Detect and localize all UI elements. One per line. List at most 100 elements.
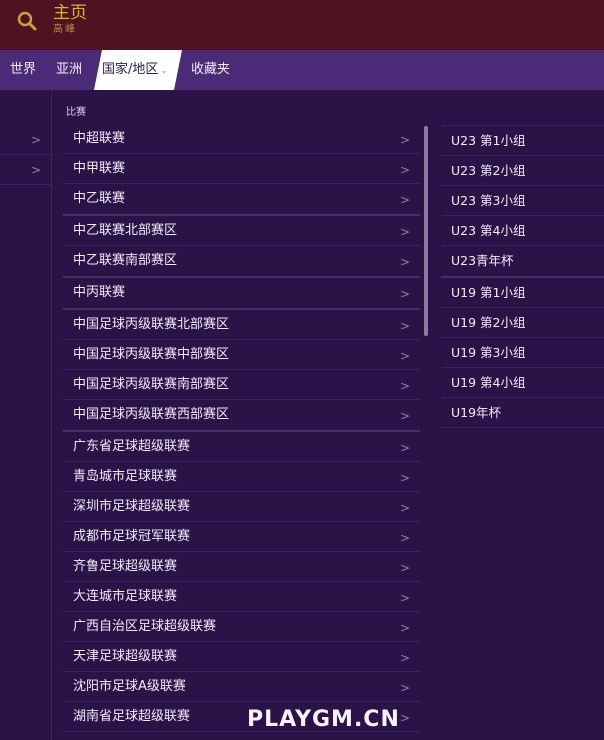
list-item[interactable]: U19 第4小组 <box>441 368 604 398</box>
sub-competition-list: U23 第1小组 U23 第2小组 U23 第3小组 U23 第4小组 U23青年杯 U1… <box>441 125 604 428</box>
list-item[interactable]: U23青年杯 <box>441 246 604 278</box>
list-item-label: 湖南省足球超级联赛 <box>73 709 191 724</box>
list-item[interactable]: 中国足球丙级联赛南部赛区 > <box>63 370 420 400</box>
page-title: 主页 <box>53 3 87 23</box>
list-item[interactable]: U19 第1小组 <box>441 278 604 308</box>
search-icon[interactable] <box>16 10 38 32</box>
list-item[interactable]: 中甲联赛 > <box>63 154 420 184</box>
list-item-label: 沈阳市足球A级联赛 <box>73 679 186 694</box>
list-item[interactable]: 沈阳市足球A级联赛 > <box>63 672 420 702</box>
list-item-label: 中乙联赛南部赛区 <box>73 253 178 268</box>
list-item[interactable]: U23 第1小组 <box>441 126 604 156</box>
page-subtitle: 高峰 <box>53 24 77 35</box>
list-item-label: U23 第3小组 <box>451 193 526 208</box>
list-item-label: U23 第1小组 <box>451 133 526 148</box>
tab-country-region-label: 国家/地区 <box>102 62 159 77</box>
list-item-label: U23青年杯 <box>451 253 514 268</box>
scrollbar[interactable] <box>424 126 428 336</box>
list-item[interactable]: 天津足球超级联赛 > <box>63 642 420 672</box>
chevron-right-icon: > <box>399 193 410 207</box>
chevron-right-icon: > <box>399 225 410 239</box>
list-item[interactable]: 中国足球丙级联赛北部赛区 > <box>63 310 420 340</box>
list-item[interactable]: 中国足球丙级联赛西部赛区 > <box>63 400 420 432</box>
list-item-label: U19 第3小组 <box>451 345 526 360</box>
chevron-right-icon: > <box>399 319 410 333</box>
list-item[interactable]: 中丙联赛 > <box>63 278 420 310</box>
list-item[interactable]: 成都市足球冠军联赛 > <box>63 522 420 552</box>
list-item-label: U19 第1小组 <box>451 285 526 300</box>
tab-favorites[interactable]: 收藏夹 <box>191 50 230 90</box>
chevron-right-icon: > <box>399 651 410 665</box>
chevron-right-icon: > <box>399 561 410 575</box>
watermark: PLAYGM.CN <box>247 707 400 732</box>
list-item-label: U19 第2小组 <box>451 315 526 330</box>
list-item-label: 中超联赛 <box>73 131 126 146</box>
list-item-label: U23 第2小组 <box>451 163 526 178</box>
list-item[interactable]: 广西自治区足球超级联赛 > <box>63 612 420 642</box>
chevron-right-icon: > <box>399 681 410 695</box>
chevron-right-icon: > <box>399 287 410 301</box>
list-item-label: U23 第4小组 <box>451 223 526 238</box>
list-item-label: 广东省足球超级联赛 <box>73 439 191 454</box>
list-item-label: 成都市足球冠军联赛 <box>73 529 191 544</box>
left-column-row[interactable]: > <box>0 155 51 185</box>
chevron-right-icon: > <box>399 163 410 177</box>
app-header: 主页 高峰 <box>0 0 604 50</box>
list-item[interactable]: U19 第3小组 <box>441 338 604 368</box>
chevron-right-icon: > <box>399 471 410 485</box>
list-item[interactable]: 中超联赛 > <box>63 124 420 154</box>
list-item-label: 中甲联赛 <box>73 161 126 176</box>
list-item-label: 中国足球丙级联赛南部赛区 <box>73 377 230 392</box>
list-item[interactable]: U19 第2小组 <box>441 308 604 338</box>
list-item-label: 中国足球丙级联赛西部赛区 <box>73 407 230 422</box>
left-column: > > <box>0 90 52 740</box>
chevron-right-icon: > <box>399 591 410 605</box>
chevron-right-icon: > <box>399 441 410 455</box>
tab-world[interactable]: 世界 <box>10 50 36 90</box>
list-item-label: 齐鲁足球超级联赛 <box>73 559 178 574</box>
list-item-label: U19年杯 <box>451 405 502 420</box>
list-item-label: U19 第4小组 <box>451 375 526 390</box>
chevron-right-icon: > <box>399 255 410 269</box>
chevron-down-icon: ⌄ <box>160 66 168 76</box>
list-item[interactable]: U23 第4小组 <box>441 216 604 246</box>
chevron-right-icon: > <box>30 163 41 177</box>
list-item[interactable]: 中乙联赛北部赛区 > <box>63 216 420 246</box>
left-column-row[interactable]: > <box>0 125 51 155</box>
list-item[interactable]: U19年杯 <box>441 398 604 428</box>
chevron-right-icon: > <box>399 379 410 393</box>
list-item-label: 中乙联赛 <box>73 191 126 206</box>
list-item[interactable]: 青岛城市足球联赛 > <box>63 462 420 492</box>
chevron-right-icon: > <box>399 711 410 725</box>
chevron-right-icon: > <box>399 349 410 363</box>
list-item-label: 深圳市足球超级联赛 <box>73 499 191 514</box>
list-item-label: 中乙联赛北部赛区 <box>73 223 178 238</box>
list-item-label: 大连城市足球联赛 <box>73 589 178 604</box>
list-item-label: 中国足球丙级联赛北部赛区 <box>73 317 230 332</box>
chevron-right-icon: > <box>399 133 410 147</box>
tab-country-region[interactable]: 国家/地区 ⌄ <box>94 50 182 90</box>
list-item[interactable]: 广东省足球超级联赛 > <box>63 432 420 462</box>
list-item-label: 青岛城市足球联赛 <box>73 469 178 484</box>
list-item[interactable]: 深圳市足球超级联赛 > <box>63 492 420 522</box>
list-item[interactable]: U23 第3小组 <box>441 186 604 216</box>
chevron-right-icon: > <box>399 531 410 545</box>
tab-asia[interactable]: 亚洲 <box>56 50 82 90</box>
chevron-right-icon: > <box>399 501 410 515</box>
list-item[interactable]: U23 第2小组 <box>441 156 604 186</box>
list-item-label: 天津足球超级联赛 <box>73 649 178 664</box>
chevron-right-icon: > <box>399 621 410 635</box>
list-item[interactable]: 中乙联赛 > <box>63 184 420 216</box>
competition-list: 中超联赛 > 中甲联赛 > 中乙联赛 > 中乙联赛北部赛区 > 中乙联赛南部赛区 > 中丙联赛 > 中国… <box>63 124 420 732</box>
list-item[interactable]: 中乙联赛南部赛区 > <box>63 246 420 278</box>
list-item[interactable]: 中国足球丙级联赛中部赛区 > <box>63 340 420 370</box>
tab-bar: 世界 亚洲 国家/地区 ⌄ 收藏夹 <box>0 50 604 90</box>
list-item-label: 中丙联赛 <box>73 285 126 300</box>
chevron-right-icon: > <box>30 133 41 147</box>
list-item-label: 中国足球丙级联赛中部赛区 <box>73 347 230 362</box>
section-label: 比赛 <box>66 107 86 118</box>
list-item-label: 广西自治区足球超级联赛 <box>73 619 217 634</box>
chevron-right-icon: > <box>399 409 410 423</box>
list-item[interactable]: 大连城市足球联赛 > <box>63 582 420 612</box>
list-item[interactable]: 齐鲁足球超级联赛 > <box>63 552 420 582</box>
